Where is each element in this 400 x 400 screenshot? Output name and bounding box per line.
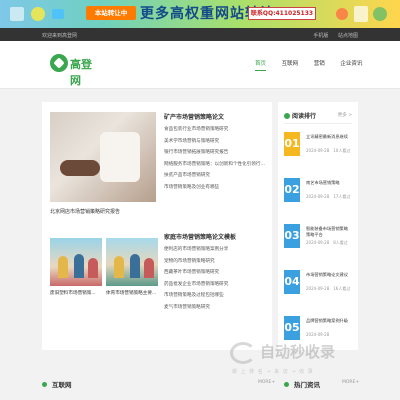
rank-title[interactable]: 品牌营销策略案例升级 <box>306 318 352 330</box>
rank-title[interactable]: 市场营销策略论文建议 <box>306 272 352 284</box>
internet-section-label: 互联网 <box>52 381 72 389</box>
rank-meta: 2024-09-28 10人看过 <box>306 148 354 154</box>
banner-decoration-right <box>336 6 387 22</box>
list-item[interactable]: 便利店的市场营销策略案例分享 <box>164 244 266 256</box>
watermark-subtext: 做 上 排 名 → 来 访 → 收 录 <box>232 369 314 375</box>
welcome-text: 欢迎来到高登网 <box>42 33 78 39</box>
rank-number: 01 <box>284 132 300 156</box>
sitemap-link[interactable]: 站点地图 <box>338 33 358 39</box>
rank-title[interactable]: 南艺市场营销策略 <box>306 180 352 192</box>
section1-title[interactable]: 矿产市场营销策略论文 <box>164 112 224 121</box>
rank-meta: 2024-09-28 17人看过 <box>306 194 354 200</box>
list-item[interactable]: 网络服务市场营销策略：以创新和个性化引领行业... <box>164 159 266 171</box>
thumbnail-figure <box>114 256 124 278</box>
hot-news-more-link[interactable]: MORE+ <box>342 380 359 385</box>
list-item[interactable]: 扶贫产品市场营销研究 <box>164 170 266 182</box>
section-dot-icon <box>42 382 47 387</box>
watermark: 自动秒收录 做 上 排 名 → 来 访 → 收 录 <box>230 340 390 380</box>
rank-date: 2024-09-28 <box>306 148 330 153</box>
section2-title[interactable]: 家庭市场营销策略论文模板 <box>164 232 236 241</box>
list-item[interactable]: 市场营销策略及创业有哪些 <box>164 182 266 194</box>
rank-meta: 2024-09-28 8人看过 <box>306 240 354 246</box>
featured-image[interactable] <box>50 112 156 202</box>
rank-title[interactable]: 智能装备市场营销策略策略平台 <box>306 226 352 238</box>
thumbnail-figure <box>74 254 84 278</box>
top-bar: 欢迎来到高登网 手机版 站点地图 <box>0 28 400 41</box>
list-item[interactable]: 银行市场营销拓展策略研究报告 <box>164 147 266 159</box>
rank-views: 8人看过 <box>333 240 348 245</box>
thumbnail-caption[interactable]: 体育市场营销策略主要... <box>106 290 158 296</box>
featured-image-cup <box>100 132 140 182</box>
rank-item[interactable]: 03 智能装备市场营销策略策略平台 2024-09-28 8人看过 <box>284 224 354 258</box>
section-dot-icon <box>284 382 289 387</box>
internet-section-title: 互联网 <box>42 379 72 389</box>
rank-meta: 2024-09-28 <box>306 332 354 337</box>
sidebar-title-text: 阅读排行 <box>292 113 317 120</box>
rank-number: 02 <box>284 178 300 202</box>
featured-image-arm <box>60 160 100 176</box>
nav-home[interactable]: 首页 <box>255 59 267 71</box>
rank-number: 03 <box>284 224 300 248</box>
section1-list: 食品包装行业市场营销策略研究 美术学市场营销与策略研究 银行市场营销拓展策略研究… <box>164 124 266 194</box>
rank-date: 2024-09-28 <box>306 332 330 337</box>
rank-item[interactable]: 01 立讯精密最新消息继续 2024-09-28 10人看过 <box>284 132 354 166</box>
thumbnail-image[interactable] <box>106 238 158 286</box>
list-item[interactable]: 药品批发企业市场营销策略研究 <box>164 279 266 291</box>
rank-views: 10人看过 <box>333 148 351 153</box>
rank-views: 16人看过 <box>333 286 351 291</box>
reading-rank-sidebar: 阅读排行 更多 > 01 立讯精密最新消息继续 2024-09-28 10人看过 … <box>278 102 358 350</box>
thumbnail-caption[interactable]: 废旧塑料市场营销策... <box>50 290 102 296</box>
featured-caption[interactable]: 北京网店市场营销策略研究报告 <box>50 208 156 215</box>
mobile-link[interactable]: 手机版 <box>313 33 328 39</box>
logo-icon <box>50 54 68 72</box>
rank-date: 2024-09-28 <box>306 286 330 291</box>
thumbnail-figure <box>144 258 154 278</box>
internet-more-link[interactable]: MORE+ <box>258 380 275 385</box>
rank-date: 2024-09-28 <box>306 194 330 199</box>
nav-internet[interactable]: 互联网 <box>282 59 299 70</box>
thumbnail-image[interactable] <box>50 238 102 286</box>
list-item[interactable]: 西藏茶叶市场营销策略研究 <box>164 267 266 279</box>
banner-tag: 本站转让中 <box>86 6 136 20</box>
list-item[interactable]: 食品包装行业市场营销策略研究 <box>164 124 266 136</box>
sidebar-title: 阅读排行 <box>284 111 316 120</box>
sidebar-more-link[interactable]: 更多 > <box>338 112 352 118</box>
rank-number: 04 <box>284 270 300 294</box>
list-item[interactable]: 美术学市场营销与策略研究 <box>164 136 266 148</box>
rank-views: 17人看过 <box>333 194 351 199</box>
nav-business-news[interactable]: 企业资讯 <box>340 59 362 70</box>
banner-decoration-left <box>10 7 64 21</box>
main-nav: 首页 互联网 营销 企业资讯 <box>255 59 376 71</box>
hot-news-section-title: 热门资讯 <box>284 379 320 389</box>
banner-contact[interactable]: 联系QQ:411025133 <box>248 7 316 20</box>
rank-meta: 2024-09-28 16人看过 <box>306 286 354 292</box>
list-item[interactable]: 市场营销策略及过程包括哪些 <box>164 290 266 302</box>
thumbnail-figure <box>130 254 140 278</box>
rank-title[interactable]: 立讯精密最新消息继续 <box>306 134 352 146</box>
site-logo[interactable]: 高登网 <box>50 54 100 87</box>
list-item[interactable]: 宠物的市场营销策略研究 <box>164 256 266 268</box>
rank-item[interactable]: 02 南艺市场营销策略 2024-09-28 17人看过 <box>284 178 354 212</box>
list-item[interactable]: 麦气市场营销策略研究 <box>164 302 266 314</box>
top-links: 手机版 站点地图 <box>305 32 358 39</box>
rank-item[interactable]: 04 市场营销策略论文建议 2024-09-28 16人看过 <box>284 270 354 304</box>
watermark-text: 自动秒收录 <box>260 343 336 361</box>
sidebar-dot-icon <box>284 113 290 119</box>
divider <box>284 123 352 124</box>
promo-banner[interactable]: 本站转让中 更多高权重网站转让 联系QQ:411025133 <box>0 0 400 28</box>
thumbnail-figure <box>58 256 68 278</box>
logo-text: 高登网 <box>70 58 92 87</box>
section2-list: 便利店的市场营销策略案例分享 宠物的市场营销策略研究 西藏茶叶市场营销策略研究 … <box>164 244 266 314</box>
rank-number: 05 <box>284 316 300 340</box>
hot-news-section-label: 热门资讯 <box>294 381 320 389</box>
site-header: 高登网 首页 互联网 营销 企业资讯 <box>0 41 400 89</box>
main-content: 北京网店市场营销策略研究报告 矿产市场营销策略论文 食品包装行业市场营销策略研究… <box>42 102 272 350</box>
watermark-logo-icon <box>230 342 256 364</box>
thumbnail-figure <box>88 258 98 278</box>
nav-marketing[interactable]: 营销 <box>314 59 325 70</box>
rank-date: 2024-09-28 <box>306 240 330 245</box>
